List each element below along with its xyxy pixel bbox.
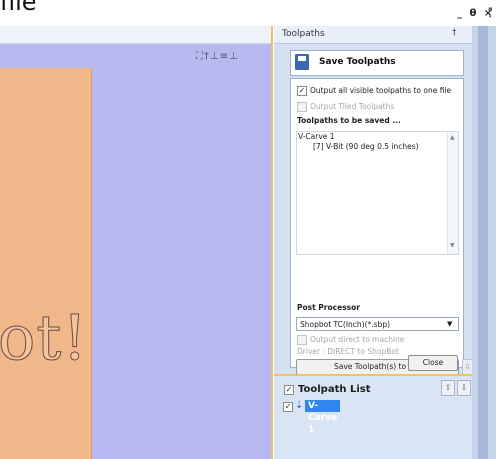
save-toolpaths-header: Save Toolpaths (290, 50, 464, 76)
post-processor-value: Shopbot TC(Inch)(*.sbp) (300, 320, 391, 329)
output-direct-checkbox (297, 335, 307, 345)
vcarve-toolpath-icon: ⇣ (295, 400, 304, 411)
toolpaths-panel: Toolpaths † Save Toolpaths ✓ Output all … (274, 26, 473, 459)
carved-text: ot! (0, 301, 89, 375)
move-down-icon[interactable]: ⇩ (457, 380, 471, 396)
post-processor-select[interactable]: Shopbot TC(Inch)(*.sbp) ▼ (296, 317, 459, 331)
toolpath-list-toggle-checkbox[interactable]: ✓ (284, 385, 294, 395)
window-extra-marks: ▪ • (488, 5, 493, 21)
driver-label: Driver : DIRECT to ShopBot (297, 347, 399, 356)
floppy-disk-icon (295, 54, 309, 70)
window-title-fragment: file (0, 0, 37, 16)
scroll-down-icon[interactable]: ▼ (450, 242, 455, 249)
move-up-icon[interactable]: ⇧ (441, 380, 455, 396)
output-tiled-label: Output Tiled Toolpaths (310, 102, 395, 111)
output-all-checkbox[interactable]: ✓ (297, 86, 307, 96)
toolpath-list-panel: ✓ Toolpath List ⇧ ⇩ ✓ ⇣ V-Carve 1 (274, 376, 472, 459)
pin-icon[interactable]: † (452, 28, 457, 38)
close-button[interactable]: Close (408, 355, 458, 371)
view-border (271, 26, 273, 459)
toolpath-item-label[interactable]: V-Carve 1 (305, 400, 341, 435)
chevron-down-icon[interactable]: ▼ (447, 320, 452, 328)
tree-child-item[interactable]: [7] V-Bit (90 deg 0.5 inches) (313, 142, 419, 151)
right-dock-strip (472, 26, 496, 459)
toolpaths-to-save-list[interactable]: V-Carve 1 [7] V-Bit (90 deg 0.5 inches) … (296, 131, 459, 255)
toolpaths-title: Toolpaths (282, 29, 325, 39)
save-options-panel: ✓ Output all visible toolpaths to one fi… (290, 78, 464, 375)
post-processor-heading: Post Processor (297, 303, 360, 312)
save-toolpaths-title: Save Toolpaths (319, 57, 396, 67)
design-view[interactable]: ⛶†⊥≡⊥ ot! (0, 44, 272, 459)
right-dock-scrollbar[interactable] (478, 26, 488, 459)
to-be-saved-heading: Toolpaths to be saved ... (297, 116, 401, 125)
toolpath-list-title: Toolpath List (298, 384, 371, 395)
output-tiled-checkbox (297, 102, 307, 112)
output-all-label: Output all visible toolpaths to one file (310, 86, 452, 95)
view-toolbar-icons[interactable]: ⛶†⊥≡⊥ (196, 51, 239, 62)
output-direct-label: Output direct to machine (310, 335, 405, 344)
tree-group-item[interactable]: V-Carve 1 (298, 132, 335, 141)
toolpath-item-checkbox[interactable]: ✓ (283, 402, 293, 412)
wood-material-panel: ot! (0, 68, 92, 459)
title-bar: file _ θ × ▪ • (0, 0, 496, 26)
list-scrollbar[interactable]: ▲ ▼ (447, 132, 458, 254)
scroll-up-icon[interactable]: ▲ (450, 134, 455, 141)
toolpaths-header: Toolpaths † (274, 26, 472, 44)
view-tab-strip (0, 26, 272, 44)
